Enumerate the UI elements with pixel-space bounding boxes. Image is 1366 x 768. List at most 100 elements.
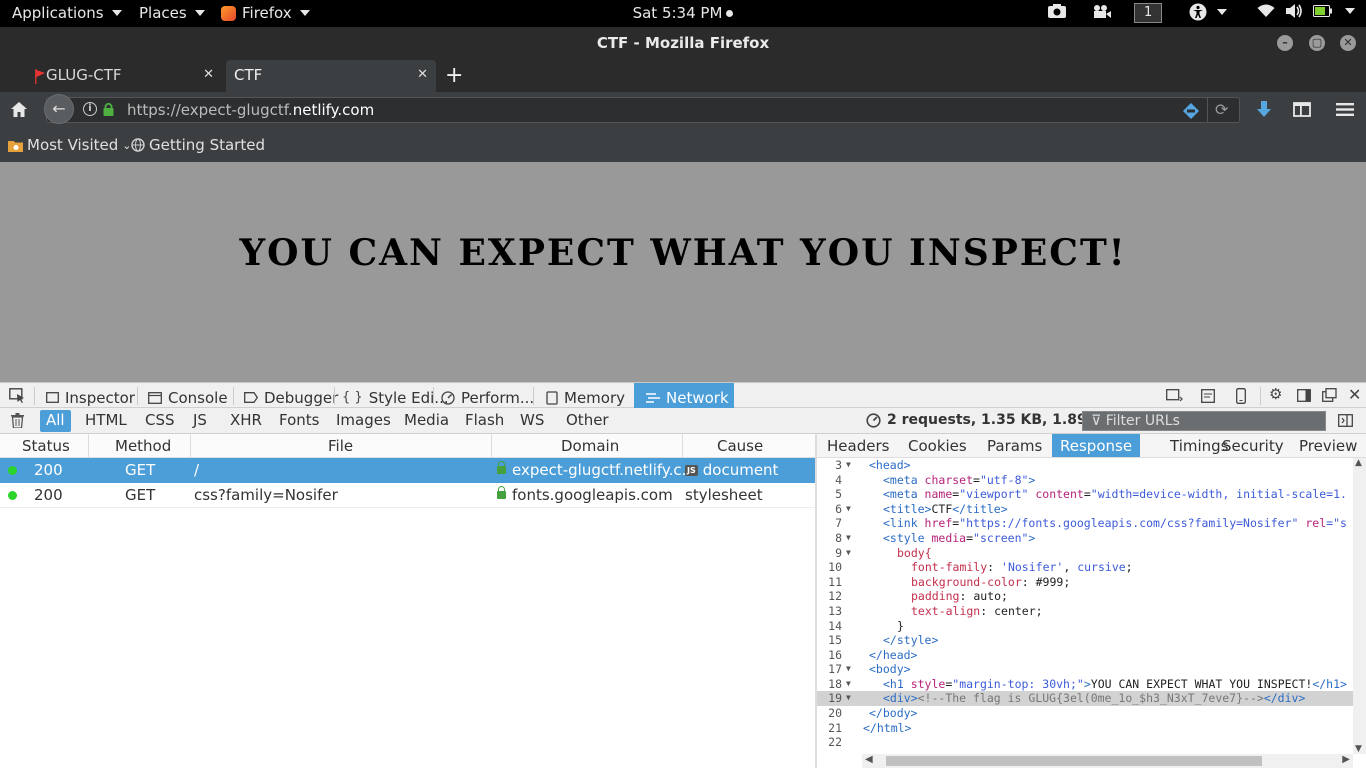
toolbar-divider (433, 387, 434, 405)
code-line-flag: 19 ▼ <div><!--The flag is GLUG{3el(0me_1o_… (817, 691, 1353, 706)
workspace-indicator[interactable]: 1 (1134, 3, 1163, 23)
tab-performance[interactable]: Perform... (441, 383, 534, 408)
code-line: 16 </head> (828, 648, 918, 662)
filter-js[interactable]: JS (187, 410, 213, 432)
clock-text[interactable]: Sat 5:34 PM (633, 4, 723, 22)
most-visited-folder[interactable]: Most Visited ⌄ (8, 136, 132, 154)
tab-console[interactable]: Console (148, 383, 228, 408)
filter-css[interactable]: CSS (139, 410, 181, 432)
column-domain[interactable]: Domain (561, 437, 619, 455)
screenshot-icon[interactable] (1047, 3, 1067, 19)
table-row[interactable]: 200 GET / expect-glugctf.netlify.c... JS… (0, 458, 815, 483)
vertical-scrollbar[interactable]: ▲ ▼ (1353, 458, 1366, 754)
scratchpad-icon[interactable] (1201, 389, 1215, 403)
gauge-icon (441, 390, 455, 405)
code-line: 15 </style> (828, 633, 939, 647)
url-prefix: https://expect-glugctf. (127, 101, 293, 119)
column-status[interactable]: Status (22, 437, 70, 455)
responsive-design-icon[interactable] (1166, 389, 1184, 403)
filter-other[interactable]: Other (560, 410, 615, 432)
scroll-up-icon[interactable]: ▲ (1355, 458, 1362, 468)
tab-label: Memory (564, 388, 626, 407)
toolbar-divider (334, 387, 335, 405)
new-tab-button[interactable]: + (445, 63, 463, 88)
video-icon[interactable] (1092, 3, 1112, 19)
horizontal-scrollbar[interactable]: ◀ ▶ (862, 754, 1353, 768)
tab-security[interactable]: Security (1214, 434, 1292, 457)
request-summary[interactable]: 2 requests, 1.35 KB, 1.89 s (866, 412, 1100, 428)
firefox-icon (221, 5, 236, 21)
close-icon[interactable]: ✕ (203, 67, 214, 82)
fold-arrow-icon: ▼ (846, 664, 851, 673)
filter-images[interactable]: Images (330, 410, 397, 432)
request-table-header: Status Method File Domain Cause (0, 434, 815, 458)
toggle-sidebar-icon[interactable] (1338, 414, 1353, 427)
tab-glug-ctf[interactable]: GLUG-CTF ✕ (8, 60, 222, 92)
dock-side-icon[interactable] (1297, 389, 1311, 402)
filter-media[interactable]: Media (398, 410, 455, 432)
table-row[interactable]: 200 GET css?family=Nosifer fonts.googlea… (0, 483, 815, 508)
undock-icon[interactable] (1322, 388, 1337, 402)
info-icon[interactable]: i (83, 102, 97, 116)
chevron-down-icon (299, 10, 310, 16)
tab-params[interactable]: Params (979, 434, 1050, 457)
tab-debugger[interactable]: Debugger (244, 383, 338, 408)
filter-flash[interactable]: Flash (459, 410, 510, 432)
filter-ws[interactable]: WS (514, 410, 550, 432)
url-bar[interactable]: i https://expect-glugctf.netlify.com ⟳ (46, 97, 1240, 123)
code-line: 3 ▼ <head> (835, 458, 911, 472)
scroll-right-icon[interactable]: ▶ (1342, 754, 1350, 765)
reload-icon[interactable]: ⟳ (1215, 100, 1228, 119)
chevron-down-icon (1217, 9, 1227, 15)
lock-icon (497, 486, 506, 499)
firefox-app-menu[interactable]: Firefox (221, 4, 310, 22)
scroll-left-icon[interactable]: ◀ (865, 754, 873, 765)
tab-memory[interactable]: Memory (546, 383, 625, 408)
accessibility-menu[interactable] (1189, 3, 1227, 21)
sidebar-icon[interactable] (1293, 102, 1311, 117)
filter-all[interactable]: All (40, 410, 71, 432)
home-icon[interactable] (10, 101, 28, 118)
back-button[interactable]: ← (44, 94, 74, 124)
gear-icon[interactable]: ⚙ (1269, 385, 1282, 403)
url-domain: netlify.com (292, 101, 375, 119)
status-menu[interactable] (1257, 3, 1355, 19)
tab-preview[interactable]: Preview (1291, 434, 1365, 457)
column-file[interactable]: File (328, 437, 353, 455)
minimize-button[interactable]: – (1277, 35, 1293, 51)
scrollbar-thumb[interactable] (886, 756, 1262, 766)
response-source-view[interactable]: 3 ▼ <head> 4 <meta charset="utf-8"> 5 <meta … (817, 458, 1353, 754)
element-picker-icon[interactable] (9, 388, 25, 403)
performance-analysis-icon (866, 412, 881, 428)
filter-urls-input[interactable]: ⊽ Filter URLs (1082, 411, 1326, 431)
tab-cookies[interactable]: Cookies (900, 434, 975, 457)
column-cause[interactable]: Cause (717, 437, 763, 455)
close-window-button[interactable]: ✕ (1340, 35, 1356, 51)
code-line: 22 (828, 735, 842, 749)
filter-fonts[interactable]: Fonts (273, 410, 325, 432)
hamburger-menu-icon[interactable] (1336, 102, 1354, 117)
getting-started-bookmark[interactable]: Getting Started (131, 136, 265, 154)
close-devtools-icon[interactable]: ✕ (1348, 385, 1361, 404)
tab-response[interactable]: Response (1052, 434, 1141, 457)
tab-headers[interactable]: Headers (819, 434, 897, 457)
workspace-number: 1 (1134, 3, 1163, 23)
row-status: 200 (34, 461, 63, 479)
applications-menu[interactable]: Applications (12, 4, 122, 22)
tab-inspector[interactable]: Inspector (46, 383, 135, 408)
tab-ctf[interactable]: CTF ✕ (226, 60, 436, 92)
scroll-down-icon[interactable]: ▼ (1355, 744, 1362, 754)
download-icon[interactable] (1256, 101, 1272, 119)
filter-html[interactable]: HTML (79, 410, 133, 432)
places-menu[interactable]: Places (139, 4, 205, 22)
close-icon[interactable]: ✕ (417, 67, 428, 82)
reader-view-icon[interactable] (1183, 103, 1199, 119)
tab-network[interactable]: Network (634, 383, 734, 408)
column-method[interactable]: Method (115, 437, 171, 455)
trash-icon[interactable] (11, 413, 24, 428)
maximize-button[interactable]: ▢ (1309, 35, 1325, 51)
tab-label: GLUG-CTF (46, 66, 122, 84)
filter-xhr[interactable]: XHR (224, 410, 268, 432)
devtools-toolbar: Inspector Console Debugger { } Style Edi… (0, 382, 1366, 408)
mobile-device-icon[interactable] (1236, 388, 1246, 404)
